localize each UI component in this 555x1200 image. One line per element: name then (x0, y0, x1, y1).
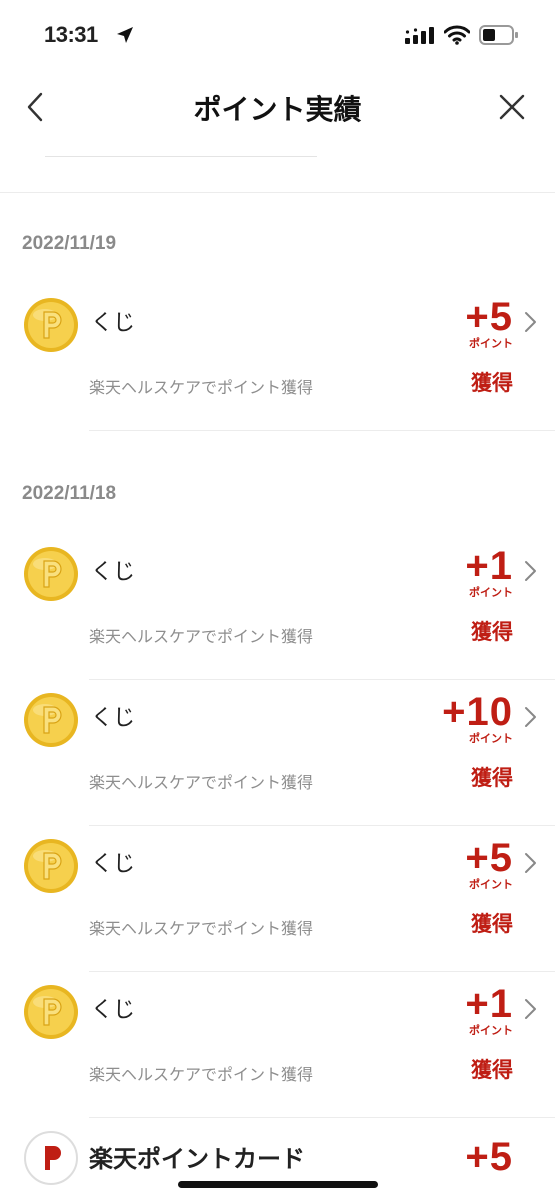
close-icon (499, 94, 525, 120)
item-title: 楽天ポイントカード (89, 1145, 305, 1173)
row-divider (89, 825, 555, 826)
points-value: +5 (465, 295, 513, 339)
points-badge: +1 ポイント (465, 984, 513, 1038)
list-item-partial[interactable]: 楽天ポイントカード +5 (0, 1125, 555, 1200)
point-coin-icon (24, 547, 78, 601)
item-subtitle: 楽天ヘルスケアでポイント獲得 (89, 773, 314, 792)
points-status: 獲得 (471, 1058, 513, 1082)
row-divider (89, 1117, 555, 1118)
points-status: 獲得 (471, 912, 513, 936)
item-subtitle: 楽天ヘルスケアでポイント獲得 (89, 627, 314, 646)
status-time: 13:31 (44, 22, 98, 47)
rakuten-point-card-icon (24, 1131, 78, 1185)
row-divider (89, 971, 555, 972)
point-coin-icon (24, 839, 78, 893)
chevron-right-icon (525, 312, 536, 332)
points-badge: +1 ポイント (465, 546, 513, 600)
chevron-right-icon (525, 999, 536, 1019)
points-value: +1 (465, 544, 513, 588)
location-arrow-icon (117, 27, 133, 43)
points-unit: ポイント (469, 1024, 513, 1037)
item-title: くじ (91, 311, 136, 336)
header-divider (0, 192, 555, 193)
points-value: +1 (465, 982, 513, 1026)
points-value: +5 (465, 836, 513, 880)
points-unit: ポイント (469, 878, 513, 891)
points-status: 獲得 (471, 371, 513, 395)
list-item[interactable]: くじ 楽天ヘルスケアでポイント獲得 +1 ポイント 獲得 (0, 984, 555, 1130)
status-bar: 13:31 (0, 0, 555, 70)
list-item[interactable]: くじ 楽天ヘルスケアでポイント獲得 +5 ポイント 獲得 (0, 297, 555, 443)
battery-icon (479, 25, 518, 45)
list-item[interactable]: くじ 楽天ヘルスケアでポイント獲得 +5 ポイント 獲得 (0, 838, 555, 984)
point-coin-icon (24, 298, 78, 352)
item-subtitle: 楽天ヘルスケアでポイント獲得 (89, 378, 314, 397)
home-indicator[interactable] (178, 1181, 378, 1188)
chevron-right-icon (525, 561, 536, 581)
row-divider (89, 679, 555, 680)
date-header: 2022/11/18 (22, 483, 117, 504)
page-title: ポイント実績 (193, 93, 362, 126)
date-header: 2022/11/19 (22, 233, 117, 254)
points-value: +5 (465, 1135, 513, 1179)
list-item[interactable]: くじ 楽天ヘルスケアでポイント獲得 +1 ポイント 獲得 (0, 546, 555, 692)
item-title: くじ (91, 706, 136, 731)
point-coin-icon (24, 985, 78, 1039)
points-status: 獲得 (471, 620, 513, 644)
points-badge: +10 ポイント (442, 692, 513, 746)
wifi-icon (444, 25, 470, 45)
row-divider (89, 430, 555, 431)
item-title: くじ (91, 560, 136, 585)
tab-underline (45, 156, 317, 157)
points-unit: ポイント (469, 586, 513, 599)
points-unit: ポイント (469, 732, 513, 745)
item-title: くじ (91, 852, 136, 877)
chevron-right-icon (525, 853, 536, 873)
item-title: くじ (91, 998, 136, 1023)
item-subtitle: 楽天ヘルスケアでポイント獲得 (89, 919, 314, 938)
close-button[interactable] (496, 90, 528, 124)
item-subtitle: 楽天ヘルスケアでポイント獲得 (89, 1065, 314, 1084)
list-item[interactable]: くじ 楽天ヘルスケアでポイント獲得 +10 ポイント 獲得 (0, 692, 555, 838)
points-unit: ポイント (469, 337, 513, 350)
cellular-signal-icon (405, 27, 434, 44)
points-badge: +5 ポイント (465, 838, 513, 892)
points-badge: +5 ポイント (465, 297, 513, 351)
points-value: +10 (442, 690, 513, 734)
nav-bar: ポイント実績 (0, 70, 555, 150)
points-status: 獲得 (471, 766, 513, 790)
chevron-right-icon (525, 707, 536, 727)
point-coin-icon (24, 693, 78, 747)
